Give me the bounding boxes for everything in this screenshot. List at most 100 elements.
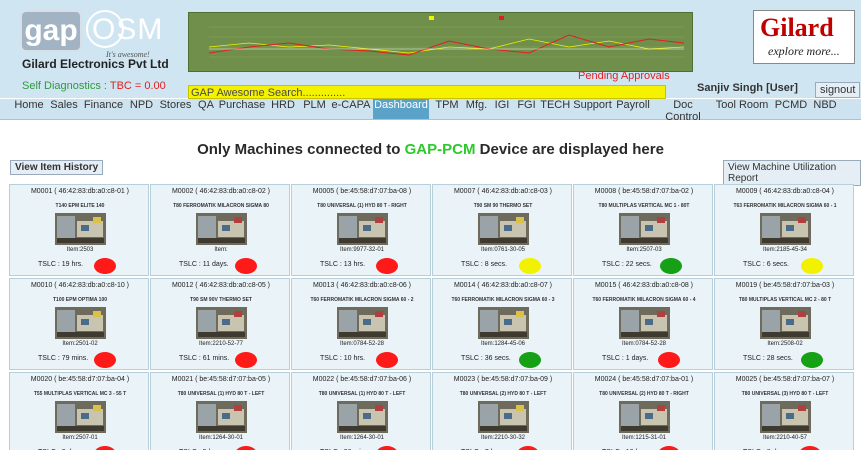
nav-item-home[interactable]: Home [12,99,46,119]
machine-id-title: M0005 ( be:45:58:d7:07:ba-08 ) [312,188,412,195]
machine-card[interactable]: M0013 ( 46:42:83:db:a0:c8-06 ) T60 FERROM… [291,278,431,370]
machine-name: T80 UNIVERSAL (2) HYD 80 T - LEFT [459,391,547,397]
pending-approvals-link[interactable]: Pending Approvals [578,70,670,82]
machine-photo [337,307,388,339]
item-code: Item:1215-31-01 [621,435,667,441]
machine-id-title: M0023 ( be:45:58:d7:07:ba-09 ) [453,376,553,383]
machine-photo [55,213,106,245]
nav-item-mfg[interactable]: Mfg. [463,99,490,119]
status-indicator-icon [801,352,823,368]
machine-photo [619,307,670,339]
machine-card[interactable]: M0007 ( 46:42:83:db:a0:c8-03 ) T90 SM 90 … [432,184,572,276]
nav-item-stores[interactable]: Stores [157,99,194,119]
machine-id-title: M0022 ( be:45:58:d7:07:ba-06 ) [312,376,412,383]
machine-name: T80 MULTIPLAS VERTICAL MC 2 - 80 T [738,297,832,303]
machine-id-title: M0020 ( be:45:58:d7:07:ba-04 ) [30,376,130,383]
machine-card[interactable]: M0023 ( be:45:58:d7:07:ba-09 ) T80 UNIVER… [432,372,572,450]
machine-name: T80 UNIVERSAL (1) HYD 80 T - LEFT [318,391,406,397]
nav-item-igi[interactable]: IGI [491,99,513,119]
search-input[interactable]: GAP Awesome Search.............. [188,85,666,99]
machine-card[interactable]: M0022 ( be:45:58:d7:07:ba-06 ) T80 UNIVER… [291,372,431,450]
signout-button[interactable]: signout [815,82,861,98]
tslc-value: TSLC : 61 mins. [179,355,230,362]
status-indicator-icon [94,352,116,368]
nav-item-fgi[interactable]: FGI [514,99,539,119]
status-indicator-icon [376,446,398,450]
machine-name: T90 SM 90V THERMO SET [190,297,252,303]
machine-card[interactable]: M0024 ( be:45:58:d7:07:ba-01 ) T80 UNIVER… [573,372,713,450]
machine-card[interactable]: M0002 ( 46:42:83:db:a0:c8-02 ) T80 FERROM… [150,184,290,276]
osm-logo-text: OSM [92,13,164,46]
machine-card[interactable]: M0021 ( be:45:58:d7:07:ba-05 ) T80 UNIVER… [150,372,290,450]
status-indicator-icon [376,258,398,274]
item-code: Item:9977-32-01 [339,247,385,253]
nav-item-purchase[interactable]: Purchase [218,99,266,119]
view-machine-utilization-report-button[interactable]: View Machine Utilization Report [723,160,861,186]
machine-id-title: M0013 ( 46:42:83:db:a0:c8-06 ) [312,282,412,289]
machine-id-title: M0015 ( 46:42:83:db:a0:c8-08 ) [594,282,694,289]
machine-card[interactable]: M0019 ( be:45:58:d7:07:ba-03 ) T80 MULTIP… [714,278,854,370]
item-code: Item:2210-52-77 [198,341,244,347]
machine-name: T55 MULTIPLAS VERTICAL MC 3 - 55 T [33,391,127,397]
self-diagnostics[interactable]: Self Diagnostics : TBC = 0.00 [22,80,166,92]
nav-item-nbd[interactable]: NBD [811,99,839,119]
gap-logo[interactable]: gap [20,10,82,52]
current-user: Sanjiv Singh [User] [697,82,798,94]
nav-item-tool-room[interactable]: Tool Room [713,99,771,119]
machine-card[interactable]: M0020 ( be:45:58:d7:07:ba-04 ) T55 MULTIP… [9,372,149,450]
machine-photo [196,401,247,433]
headline-device: GAP-PCM [404,141,476,158]
nav-item-qa[interactable]: QA [195,99,217,119]
machine-card[interactable]: M0008 ( be:45:58:d7:07:ba-02 ) T80 MULTIP… [573,184,713,276]
nav-item-hrd[interactable]: HRD [267,99,299,119]
view-item-history-button[interactable]: View Item History [10,160,104,175]
item-code: Item:2185-45-34 [762,247,808,253]
machine-name: T90 SM 90 THERMO SET [473,203,533,209]
item-code: Item:1264-30-01 [198,435,244,441]
nav-item-dashboard[interactable]: Dashboard [373,99,429,119]
nav-item-finance[interactable]: Finance [81,99,126,119]
machine-name: T60 FERROMATIK MILACRON SIGMA 60 - 3 [451,297,555,303]
machine-card[interactable]: M0009 ( 46:42:83:db:a0:c8-04 ) T63 FERROM… [714,184,854,276]
gilard-brand-logo: Gilard explore more... [753,10,855,64]
nav-item-payroll[interactable]: Payroll [614,99,652,119]
machine-card[interactable]: M0005 ( be:45:58:d7:07:ba-08 ) T80 UNIVER… [291,184,431,276]
item-code: Item:1284-45-06 [480,341,526,347]
nav-item-tpm[interactable]: TPM [432,99,462,119]
main-nav: Home Sales Finance NPD Stores QA Purchase HRD PL… [0,99,861,123]
nav-item-doc-control[interactable]: Doc Control [654,99,712,123]
status-indicator-icon [799,446,821,450]
nav-item-plm[interactable]: PLM [300,99,329,119]
status-indicator-icon [801,258,823,274]
machine-card[interactable]: M0015 ( 46:42:83:db:a0:c8-08 ) T60 FERROM… [573,278,713,370]
machine-name: T80 UNIVERSAL (3) HYD 80 T - LEFT [741,391,829,397]
nav-item-tech-support[interactable]: TECH Support [540,99,612,119]
machine-name: T100 EPM OPTIMA 100 [53,297,107,303]
machine-name: T80 FERROMATIK MILACRON SIGMA 80 [173,203,269,209]
machine-id-title: M0010 ( 46:42:83:db:a0:c8-10 ) [30,282,130,289]
headline-suffix: Device are displayed here [479,141,664,158]
machine-grid: M0001 ( 46:42:83:db:a0:c8-01 ) T140 EPM E… [9,184,858,450]
app-header: gap OSM It's awesome! Gilard Electronics… [0,0,861,99]
status-indicator-icon [658,352,680,368]
item-code: Item:2507-03 [626,247,662,253]
nav-item-sales[interactable]: Sales [48,99,80,119]
machine-id-title: M0001 ( 46:42:83:db:a0:c8-01 ) [30,188,130,195]
machine-card[interactable]: M0010 ( 46:42:83:db:a0:c8-10 ) T100 EPM O… [9,278,149,370]
machine-id-title: M0021 ( be:45:58:d7:07:ba-05 ) [171,376,271,383]
machine-card[interactable]: M0014 ( 46:42:83:db:a0:c8-07 ) T60 FERROM… [432,278,572,370]
gilard-brand-name: Gilard [760,13,834,42]
machine-photo [478,307,529,339]
nav-item-pcmd[interactable]: PCMD [772,99,810,119]
machine-name: T80 UNIVERSAL (1) HYD 80 T - LEFT [177,391,265,397]
nav-item-npd[interactable]: NPD [127,99,156,119]
tslc-value: TSLC : 10 hrs. [320,355,366,362]
machine-card[interactable]: M0012 ( 46:42:83:db:a0:c8-05 ) T90 SM 90V… [150,278,290,370]
nav-item-e-capa[interactable]: e-CAPA [330,99,372,119]
machine-photo [55,401,106,433]
machine-card[interactable]: M0025 ( be:45:58:d7:07:ba-07 ) T80 UNIVER… [714,372,854,450]
machine-photo [55,307,106,339]
machine-photo [196,307,247,339]
machine-card[interactable]: M0001 ( 46:42:83:db:a0:c8-01 ) T140 EPM E… [9,184,149,276]
machine-name: T63 FERROMATIK MILACRON SIGMA 60 - 1 [733,203,837,209]
